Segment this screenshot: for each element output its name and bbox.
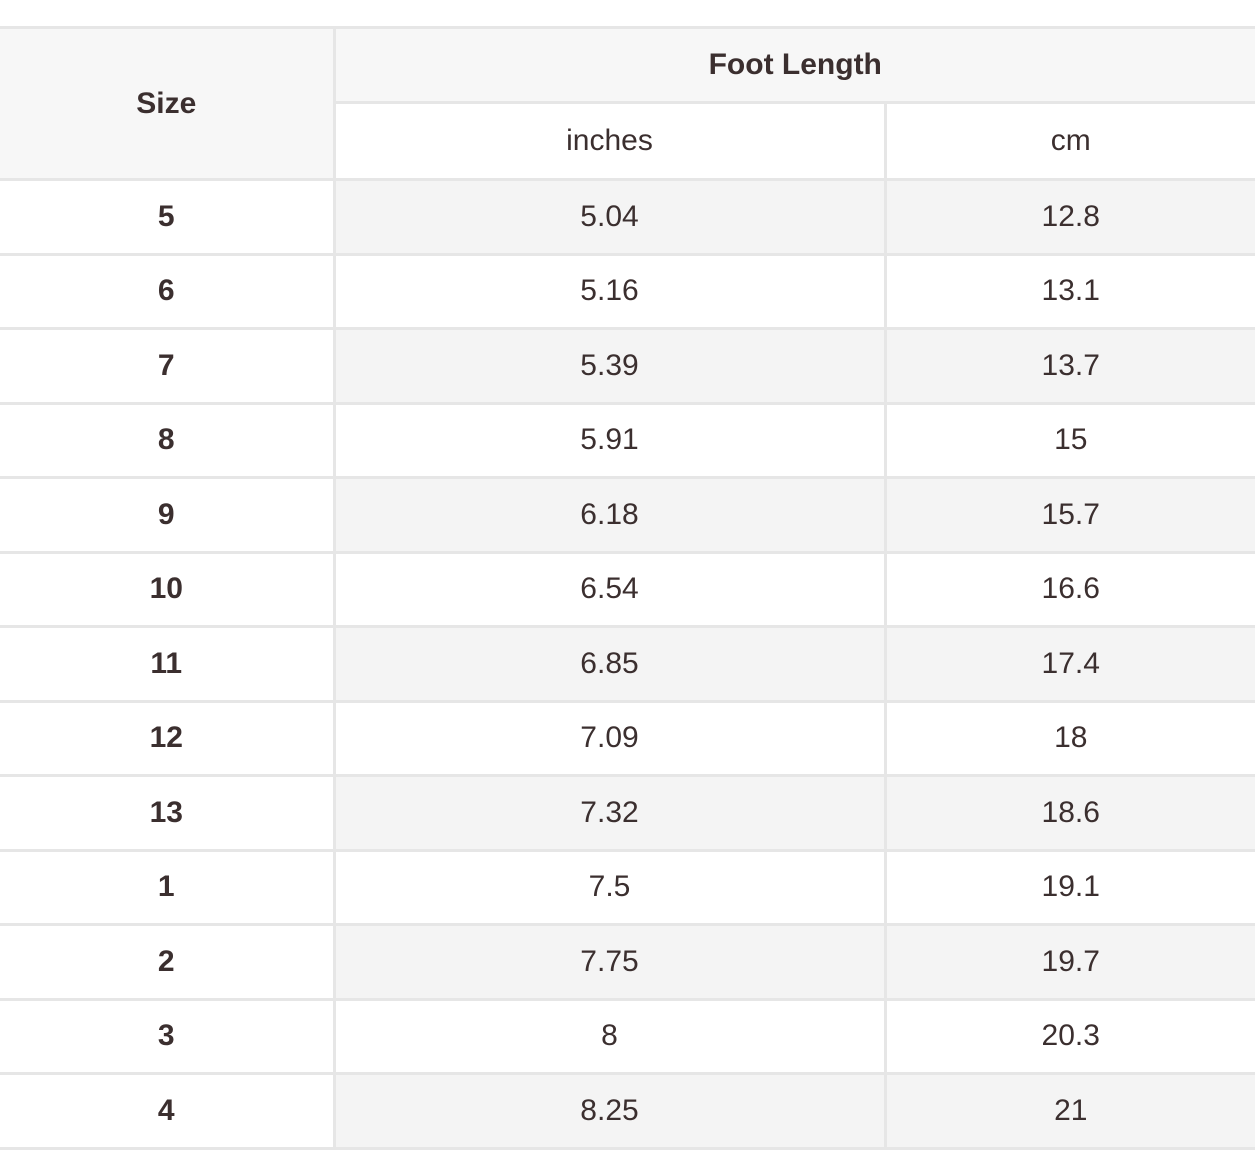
table-header: Size Foot Length inches cm — [0, 26, 1255, 181]
cm-cell: 13.7 — [883, 327, 1255, 405]
size-cell: 11 — [0, 625, 336, 703]
foot-length-group-header: Foot Length — [332, 26, 1255, 104]
size-cell: 12 — [0, 699, 336, 777]
table-row: 7 5.39 13.7 — [0, 327, 1255, 405]
table-row: 1 7.5 19.1 — [0, 848, 1255, 926]
size-cell: 4 — [0, 1072, 336, 1150]
cm-cell: 12.8 — [883, 178, 1255, 256]
size-cell: 7 — [0, 327, 336, 405]
table-row: 3 8 20.3 — [0, 997, 1255, 1075]
cm-cell: 17.4 — [883, 625, 1255, 703]
size-cell: 3 — [0, 997, 336, 1075]
table-row: 11 6.85 17.4 — [0, 625, 1255, 703]
size-cell: 8 — [0, 401, 336, 479]
size-cell: 1 — [0, 848, 336, 926]
inches-column-header: inches — [334, 101, 887, 181]
size-column-header: Size — [0, 26, 336, 181]
cm-cell: 18.6 — [883, 774, 1255, 852]
cm-cell: 16.6 — [883, 550, 1255, 628]
cm-cell: 21 — [883, 1072, 1255, 1150]
inches-cell: 5.39 — [332, 327, 887, 405]
inches-cell: 6.85 — [332, 625, 887, 703]
cm-column-header: cm — [883, 101, 1255, 181]
inches-cell: 6.18 — [332, 476, 887, 554]
table-row: 8 5.91 15 — [0, 401, 1255, 479]
inches-cell: 7.09 — [332, 699, 887, 777]
cm-cell: 18 — [883, 699, 1255, 777]
table-row: 9 6.18 15.7 — [0, 476, 1255, 554]
table-row: 12 7.09 18 — [0, 699, 1255, 777]
table-row: 6 5.16 13.1 — [0, 252, 1255, 330]
inches-cell: 5.16 — [332, 252, 887, 330]
inches-cell: 5.04 — [332, 178, 887, 256]
table-row: 10 6.54 16.6 — [0, 550, 1255, 628]
size-cell: 9 — [0, 476, 336, 554]
header-row-group: Size Foot Length — [0, 26, 1255, 181]
table-row: 4 8.25 21 — [0, 1072, 1255, 1150]
inches-cell: 8 — [332, 997, 887, 1075]
inches-cell: 8.25 — [332, 1072, 887, 1150]
cm-cell: 19.1 — [883, 848, 1255, 926]
table-row: 13 7.32 18.6 — [0, 774, 1255, 852]
cm-cell: 20.3 — [883, 997, 1255, 1075]
cm-cell: 13.1 — [883, 252, 1255, 330]
inches-cell: 5.91 — [332, 401, 887, 479]
table-row: 2 7.75 19.7 — [0, 923, 1255, 1001]
size-cell: 2 — [0, 923, 336, 1001]
cm-cell: 15.7 — [883, 476, 1255, 554]
cm-cell: 15 — [883, 401, 1255, 479]
size-cell: 13 — [0, 774, 336, 852]
inches-cell: 7.75 — [332, 923, 887, 1001]
inches-cell: 6.54 — [332, 550, 887, 628]
size-chart-table: Size Foot Length inches cm 5 5.04 12.8 6 5.1… — [0, 26, 1255, 1150]
inches-cell: 7.32 — [332, 774, 887, 852]
size-cell: 10 — [0, 550, 336, 628]
inches-cell: 7.5 — [332, 848, 887, 926]
size-cell: 5 — [0, 178, 336, 256]
table-body: 5 5.04 12.8 6 5.16 13.1 7 5.39 13.7 8 5.91 15 9 6.18 1… — [0, 178, 1255, 1150]
table-row: 5 5.04 12.8 — [0, 178, 1255, 256]
cm-cell: 19.7 — [883, 923, 1255, 1001]
top-margin — [0, 0, 1255, 26]
size-cell: 6 — [0, 252, 336, 330]
